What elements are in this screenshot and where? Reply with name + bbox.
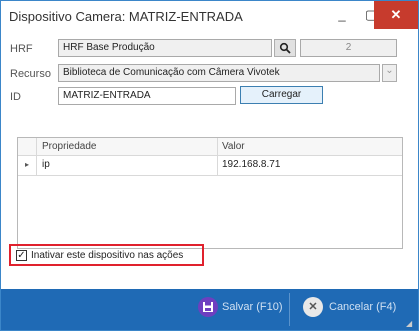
recurso-label: Recurso: [10, 68, 51, 80]
footer-bar: Salvar (F10) ✕ Cancelar (F4): [1, 289, 418, 330]
id-field[interactable]: MATRIZ-ENTRADA: [58, 87, 236, 105]
close-circle-icon: ✕: [303, 297, 323, 317]
inativar-checkbox-label[interactable]: Inativar este dispositivo nas ações: [31, 250, 183, 261]
dialog-window: Dispositivo Camera: MATRIZ-ENTRADA _ ▢ ✕…: [0, 0, 419, 331]
carregar-button[interactable]: Carregar: [240, 86, 323, 104]
hrf-count-field: 2: [300, 39, 397, 57]
save-button[interactable]: Salvar (F10): [194, 289, 286, 330]
hrf-search-button[interactable]: [274, 39, 296, 57]
cancel-button[interactable]: ✕ Cancelar (F4): [301, 289, 401, 330]
footer-divider: [289, 293, 290, 326]
minimize-button[interactable]: _: [327, 1, 357, 29]
recurso-select[interactable]: Biblioteca de Comunicação com Câmera Viv…: [58, 64, 380, 82]
row-marker-icon: ▸: [25, 160, 30, 169]
resize-grip-icon[interactable]: ◢: [406, 319, 416, 329]
chevron-down-icon[interactable]: ⌄: [382, 64, 397, 82]
column-propriedade: Propriedade: [42, 141, 97, 152]
title-bar: Dispositivo Camera: MATRIZ-ENTRADA _ ▢ ✕: [1, 1, 418, 32]
id-label: ID: [10, 91, 21, 103]
table-row[interactable]: ▸ ip 192.168.8.71: [18, 155, 402, 176]
search-icon: [279, 42, 291, 54]
save-label: Salvar (F10): [222, 301, 283, 313]
hrf-label: HRF: [10, 43, 33, 55]
inativar-checkbox[interactable]: ✓: [16, 250, 27, 261]
grid-header: Propriedade Valor: [18, 138, 402, 156]
properties-grid: Propriedade Valor ▸ ip 192.168.8.71: [17, 137, 403, 249]
column-valor: Valor: [222, 141, 245, 152]
floppy-icon: [198, 297, 218, 317]
close-button[interactable]: ✕: [374, 1, 418, 29]
window-title: Dispositivo Camera: MATRIZ-ENTRADA: [9, 9, 243, 24]
cell-property[interactable]: ip: [42, 159, 50, 170]
cancel-label: Cancelar (F4): [329, 301, 397, 313]
hrf-field[interactable]: HRF Base Produção: [58, 39, 272, 57]
inativar-checkbox-highlight: ✓ Inativar este dispositivo nas ações: [9, 244, 204, 266]
cell-value[interactable]: 192.168.8.71: [222, 159, 280, 170]
